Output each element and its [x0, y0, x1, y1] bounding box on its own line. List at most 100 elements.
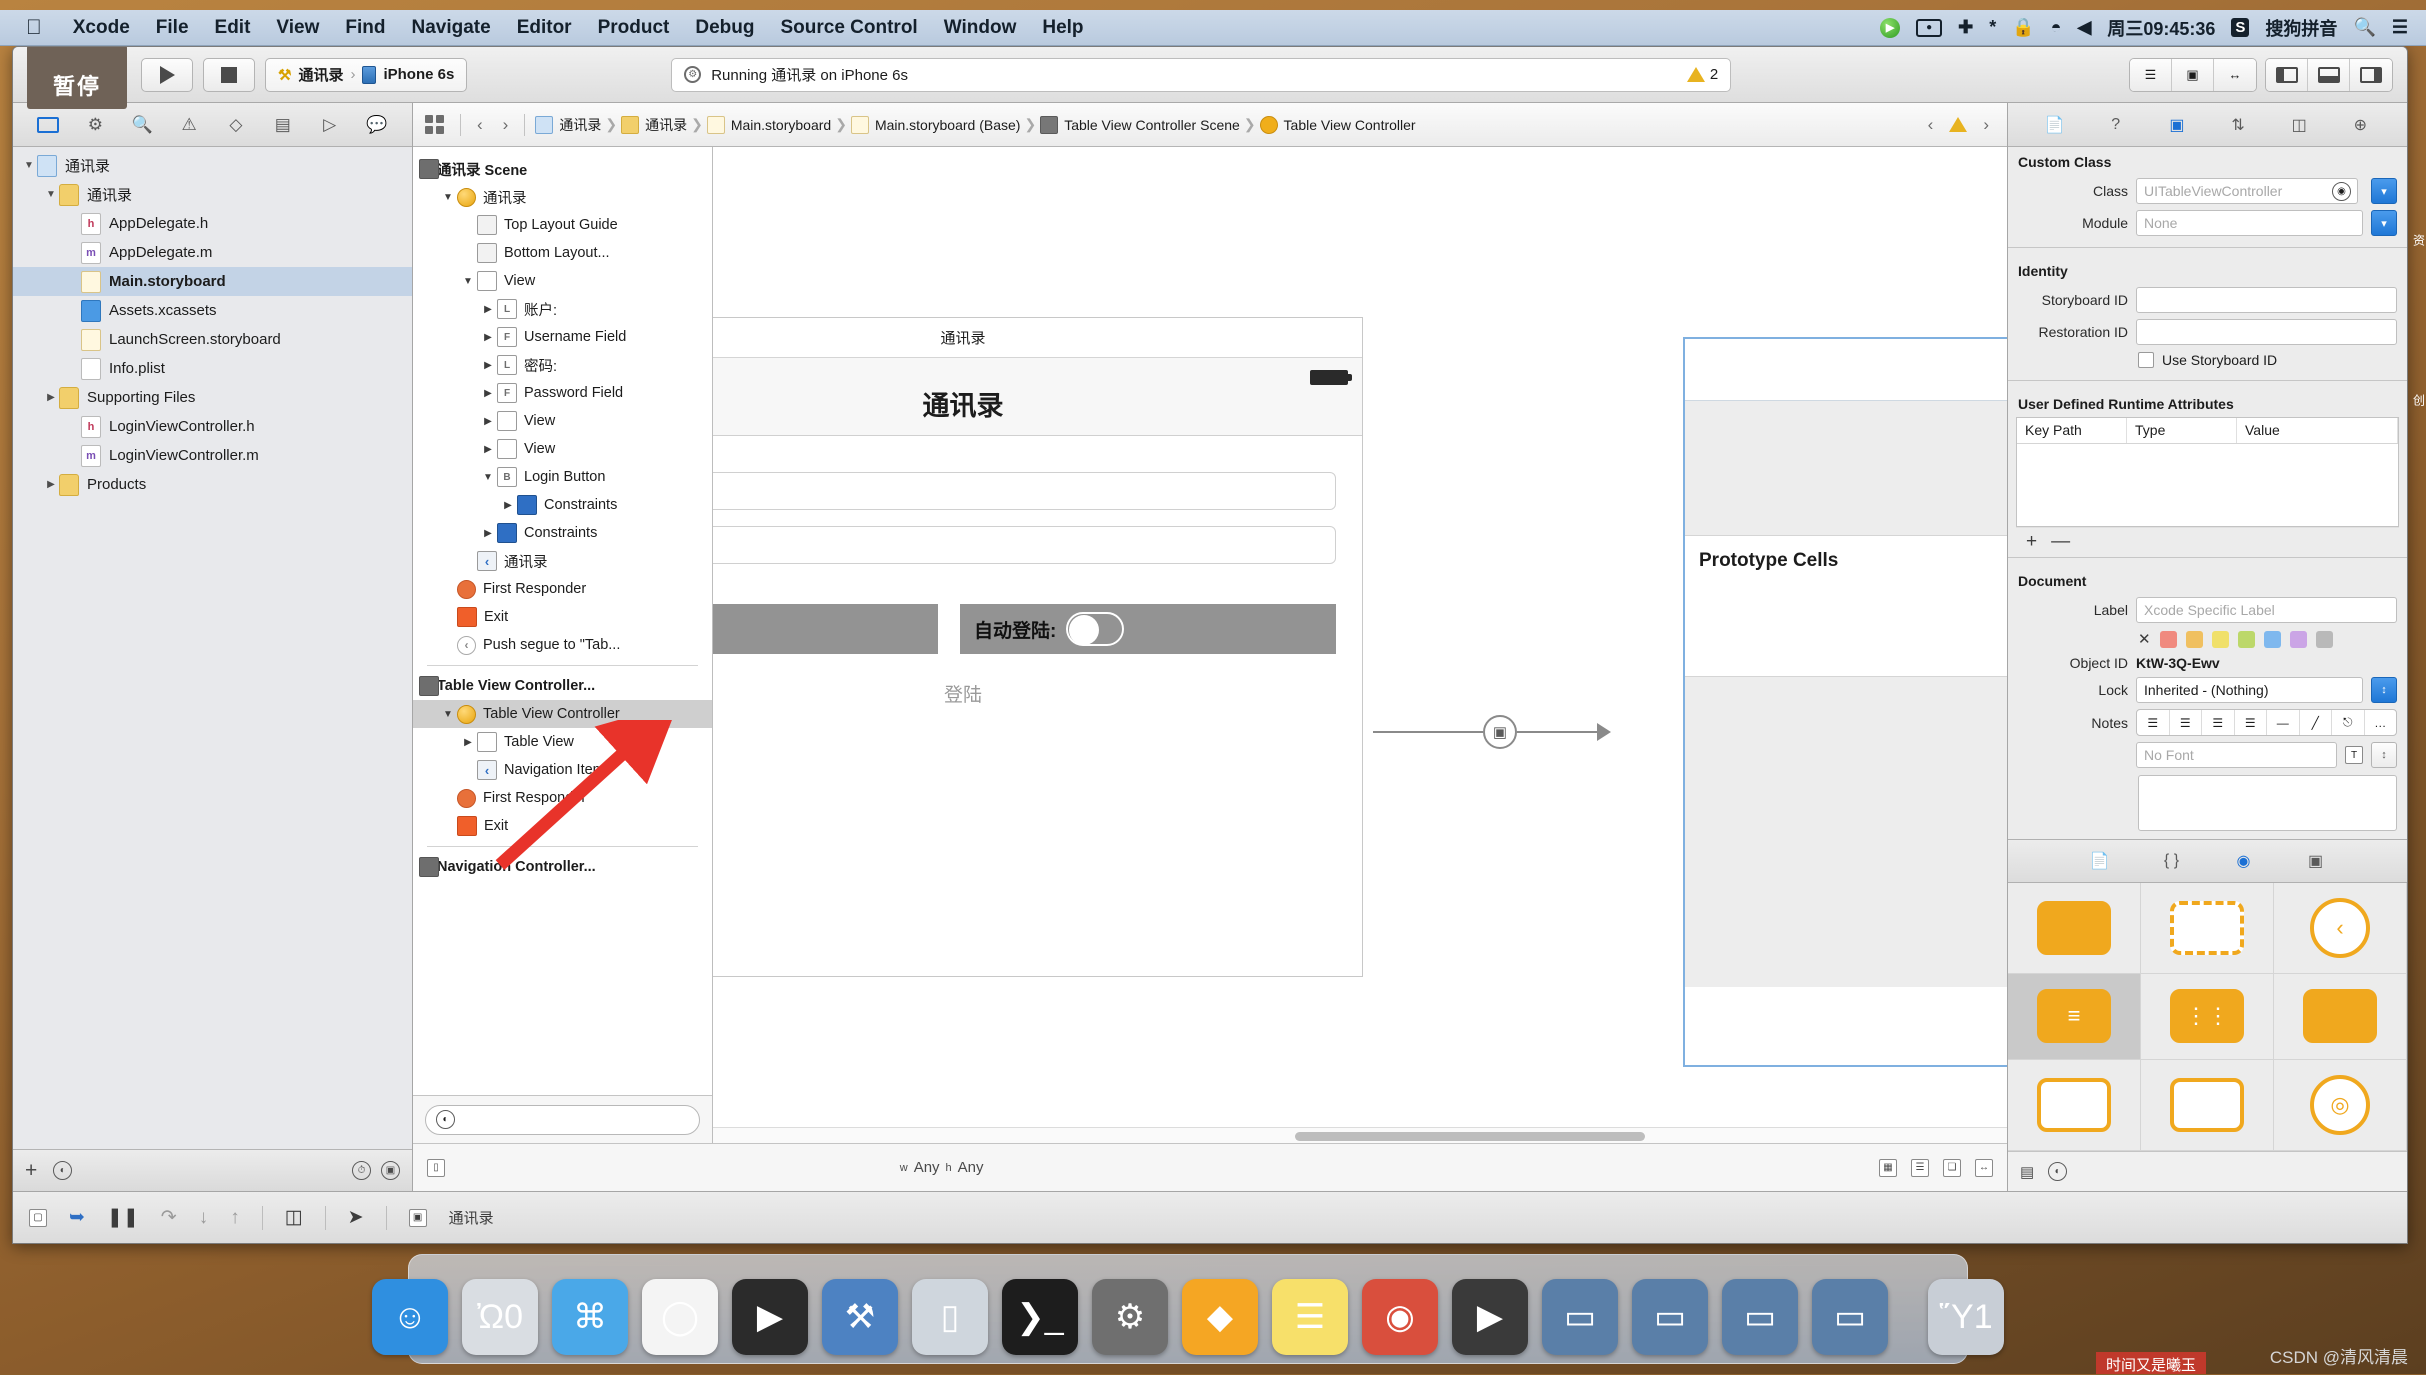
outline-row[interactable]: ▶Constraints [413, 519, 712, 547]
align-left-icon[interactable]: ☰ [2137, 710, 2170, 735]
outline-row[interactable]: Exit [413, 603, 712, 631]
library-item-tab-bar-controller-object[interactable] [2141, 1060, 2274, 1151]
wifi-icon[interactable]: ◓ [2051, 17, 2062, 38]
table-view-controller-scene[interactable]: Prototype Cells [1683, 337, 2007, 1067]
file-tree-row[interactable]: ▼通讯录 [13, 151, 412, 180]
color-swatch[interactable] [2290, 631, 2307, 648]
warning-triangle-icon[interactable] [1949, 117, 1967, 132]
bluetooth-icon[interactable]: * [1989, 17, 1996, 38]
disclosure-triangle-icon[interactable]: ▼ [21, 160, 37, 171]
library-item-split-view-controller-object[interactable] [2274, 974, 2407, 1059]
menu-item-xcode[interactable]: Xcode [60, 17, 143, 39]
breadcrumb-item[interactable]: Main.storyboard (Base) [851, 116, 1021, 134]
size-inspector-tab[interactable]: ◫ [2284, 111, 2314, 139]
panel-toggle-segmented[interactable] [2265, 58, 2393, 92]
spotlight-icon[interactable]: 🔍 [2353, 17, 2375, 38]
breadcrumb-item[interactable]: 通讯录 [621, 115, 687, 135]
notes-toolbar[interactable]: ☰ ☰ ☰ ☰ — ╱ ⎋ … [2136, 709, 2397, 736]
disclosure-triangle-icon[interactable]: ▶ [479, 304, 497, 315]
object-library-tab[interactable]: ◉ [2229, 847, 2259, 875]
add-icon[interactable]: + [25, 1159, 37, 1183]
disclosure-triangle-icon[interactable]: ▶ [479, 388, 497, 399]
airplane-icon[interactable]: ✚ [1958, 17, 1973, 38]
menu-item-product[interactable]: Product [585, 17, 683, 39]
breadcrumb-item[interactable]: 通讯录 [535, 115, 601, 135]
module-field[interactable]: None [2136, 210, 2363, 236]
align-right-icon[interactable]: ☰ [2202, 710, 2235, 735]
outline-row[interactable]: ▼BLogin Button [413, 463, 712, 491]
dock-item-display-3[interactable]: ▭ [1722, 1279, 1798, 1355]
search-navigator-tab[interactable]: 🔍 [124, 111, 160, 139]
font-stepper-button[interactable]: ↕ [2371, 742, 2397, 768]
disclosure-triangle-icon[interactable]: ▶ [479, 360, 497, 371]
run-button[interactable] [141, 58, 193, 92]
toggle-navigator-button[interactable] [2266, 59, 2308, 91]
notes-font-field[interactable]: No Font [2136, 742, 2337, 768]
media-library-tab[interactable]: ▣ [2301, 847, 2331, 875]
dock-item-sketch[interactable]: ◆ [1182, 1279, 1258, 1355]
issue-navigator-tab[interactable]: ⚠ [171, 111, 207, 139]
identity-inspector-tab[interactable]: ▣ [2162, 111, 2192, 139]
volume-icon[interactable]: ◀ [2078, 17, 2092, 38]
auto-login-row[interactable]: 自动登陆: [960, 604, 1336, 654]
outline-row[interactable]: ▶FPassword Field [413, 379, 712, 407]
outline-row[interactable]: ▶View [413, 407, 712, 435]
outline-row[interactable]: ▼通讯录 Scene [413, 155, 712, 183]
file-tree-row[interactable]: LaunchScreen.storyboard [13, 325, 412, 354]
dock-item-display-2[interactable]: ▭ [1632, 1279, 1708, 1355]
dock-item-notes[interactable]: ☰ [1272, 1279, 1348, 1355]
project-file-tree[interactable]: ▼通讯录▼通讯录hAppDelegate.hmAppDelegate.mMain… [13, 147, 412, 1149]
outline-row[interactable]: ‹Push segue to "Tab... [413, 631, 712, 659]
storyboard-id-field[interactable] [2136, 287, 2397, 313]
text-color-icon[interactable]: ╱ [2300, 710, 2333, 735]
document-outline-tree[interactable]: ▼通讯录 Scene▼通讯录Top Layout GuideBottom Lay… [413, 147, 712, 1095]
apple-menu-icon[interactable]:  [0, 16, 60, 40]
attributes-inspector-tab[interactable]: ⇅ [2223, 111, 2253, 139]
remove-runtime-attribute-button[interactable]: — [2051, 531, 2070, 553]
dock-item-safari[interactable]: ⌘ [552, 1279, 628, 1355]
disclosure-triangle-icon[interactable]: ▶ [479, 416, 497, 427]
outline-row[interactable]: Bottom Layout... [413, 239, 712, 267]
canvas-horizontal-scrollbar[interactable] [713, 1127, 2007, 1143]
quick-help-tab[interactable]: ? [2101, 111, 2131, 139]
color-swatch[interactable] [2238, 631, 2255, 648]
library-item-navigation-controller-object[interactable]: ‹ [2274, 883, 2407, 974]
password-field[interactable] [713, 526, 1336, 564]
class-jump-icon[interactable]: ◉ [2332, 182, 2351, 201]
project-navigator-tab[interactable] [30, 111, 66, 139]
disclosure-triangle-icon[interactable]: ▶ [43, 392, 59, 403]
editor-mode-segmented[interactable]: ☰ ▣ ↔ [2129, 58, 2257, 92]
related-items-icon[interactable] [425, 115, 444, 134]
file-tree-row[interactable]: Assets.xcassets [13, 296, 412, 325]
dock-item-finder[interactable]: ☺ [372, 1279, 448, 1355]
file-tree-row[interactable]: mLoginViewController.m [13, 441, 412, 470]
outline-row[interactable]: ▶L账户: [413, 295, 712, 323]
input-method-label[interactable]: 搜狗拼音 [2265, 15, 2337, 41]
dock-item-launchpad[interactable]: Ὠ0 [462, 1279, 538, 1355]
list-view-icon[interactable]: ▤ [2020, 1163, 2034, 1181]
resolve-auto-layout-icon[interactable]: ↔ [1975, 1159, 1993, 1177]
sogou-badge-icon[interactable]: S [2231, 18, 2249, 37]
outline-row[interactable]: ‹通讯录 [413, 547, 712, 575]
screen-record-green-icon[interactable]: ▶ [1880, 18, 1900, 38]
code-snippet-library-tab[interactable]: { } [2157, 847, 2187, 875]
color-swatch[interactable] [2160, 631, 2177, 648]
file-tree-row[interactable]: ▼通讯录 [13, 180, 412, 209]
menu-item-window[interactable]: Window [931, 17, 1030, 39]
outline-row[interactable]: ▼Table View Controller... [413, 672, 712, 700]
class-field[interactable]: UITableViewController [2136, 178, 2358, 204]
runtime-attributes-table[interactable]: Key Path Type Value [2016, 417, 2399, 527]
lock-select[interactable]: Inherited - (Nothing) [2136, 677, 2363, 703]
menu-item-view[interactable]: View [263, 17, 332, 39]
embed-in-icon[interactable]: ▦ [1879, 1159, 1897, 1177]
prototype-cell[interactable] [1685, 572, 2007, 677]
file-template-library-tab[interactable]: 📄 [2085, 847, 2115, 875]
align-justify-icon[interactable]: ☰ [2235, 710, 2268, 735]
class-dropdown-button[interactable]: ▾ [2371, 178, 2397, 204]
notes-textarea[interactable] [2138, 775, 2397, 831]
view-hierarchy-icon[interactable]: ◫ [285, 1206, 303, 1229]
menu-item-source-control[interactable]: Source Control [767, 17, 930, 39]
library-item-page-view-controller-object[interactable] [2008, 1060, 2141, 1151]
outline-filter-field[interactable]: ◐ [425, 1105, 700, 1135]
disclosure-triangle-icon[interactable]: ▶ [479, 444, 497, 455]
